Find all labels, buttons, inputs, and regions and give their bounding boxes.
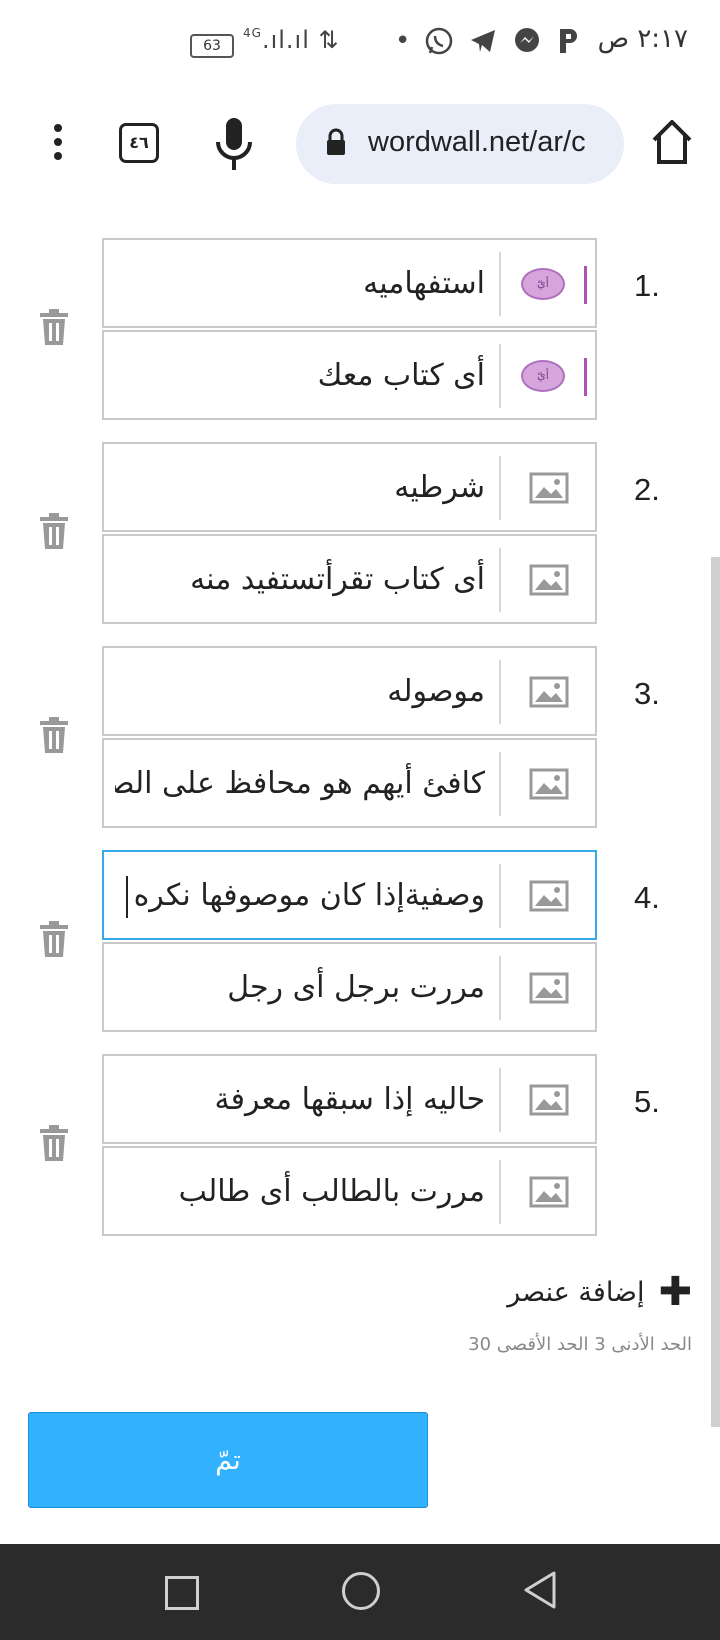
image-icon[interactable] xyxy=(529,972,569,1004)
text-badge-icon[interactable]: أيّ xyxy=(521,360,565,392)
microphone-icon[interactable] xyxy=(210,114,258,176)
image-icon[interactable] xyxy=(529,1084,569,1116)
home-icon[interactable] xyxy=(648,116,696,168)
more-options-icon[interactable] xyxy=(40,118,76,174)
accent-bar xyxy=(584,358,587,396)
image-icon[interactable] xyxy=(529,1176,569,1208)
answer-text[interactable]: أى كتاب تقرأتستفيد منه xyxy=(115,556,485,604)
add-item-button[interactable]: ✚ إضافة عنصر xyxy=(507,1264,692,1320)
plus-icon: ✚ xyxy=(658,1269,692,1315)
image-icon[interactable] xyxy=(529,676,569,708)
dot-icon: • xyxy=(395,26,411,56)
divider xyxy=(499,344,501,408)
divider xyxy=(499,1068,501,1132)
answer-text[interactable]: مررت بالطالب أى طالب xyxy=(115,1168,485,1216)
notification-icons: • xyxy=(395,26,580,56)
prompt-text[interactable]: موصوله xyxy=(115,668,485,716)
trash-icon[interactable] xyxy=(38,1124,70,1162)
answer-text[interactable]: أى كتاب معك xyxy=(115,352,485,400)
item-number: 2. xyxy=(634,472,660,507)
answer-text[interactable]: كافئ أيهم هو محافظ على الصلاه xyxy=(115,760,485,808)
status-bar: 63 4G.ıl.ıl ⇅ • ٢:١٧ ص xyxy=(0,0,720,92)
image-icon[interactable] xyxy=(529,880,569,912)
divider xyxy=(499,252,501,316)
item-limits: الحد الأدنى 3 الحد الأقصى 30 xyxy=(468,1334,692,1355)
trash-icon[interactable] xyxy=(38,716,70,754)
list-item: 5. حاليه إذا سبقها معرفة مررت بالطالب أى… xyxy=(0,1054,720,1240)
divider xyxy=(499,548,501,612)
status-time: ٢:١٧ ص xyxy=(597,24,688,54)
add-item-label: إضافة عنصر xyxy=(507,1276,645,1308)
prompt-field[interactable]: شرطيه xyxy=(102,442,597,532)
answer-text[interactable]: مررت برجل أى رجل xyxy=(115,964,485,1012)
list-item: 2. شرطيه أى كتاب تقرأتستفيد منه xyxy=(0,442,720,628)
battery-icon: 63 xyxy=(190,34,234,58)
list-item: 1. أيّ استفهاميه أيّ أى كتاب معك xyxy=(0,238,720,424)
browser-toolbar: ٤٦ wordwall.net/ar/c xyxy=(0,92,720,201)
prompt-text[interactable]: وصفيةإذا كان موصوفها نكره xyxy=(115,872,485,920)
messenger-icon xyxy=(515,28,540,52)
editor-content: 1. أيّ استفهاميه أيّ أى كتاب معك 2. شرطي… xyxy=(0,200,720,1544)
recents-icon[interactable] xyxy=(165,1576,199,1610)
item-number: 3. xyxy=(634,676,660,711)
answer-field[interactable]: كافئ أيهم هو محافظ على الصلاه xyxy=(102,738,597,828)
prompt-text[interactable]: شرطيه xyxy=(115,464,485,512)
answer-field[interactable]: مررت بالطالب أى طالب xyxy=(102,1146,597,1236)
prompt-text[interactable]: حاليه إذا سبقها معرفة xyxy=(115,1076,485,1124)
prompt-field[interactable]: موصوله xyxy=(102,646,597,736)
divider xyxy=(499,456,501,520)
network-type: 4G xyxy=(243,26,262,40)
p-app-icon xyxy=(560,29,578,53)
answer-field[interactable]: أى كتاب تقرأتستفيد منه xyxy=(102,534,597,624)
item-number: 5. xyxy=(634,1084,660,1119)
system-nav-bar xyxy=(0,1544,720,1640)
image-icon[interactable] xyxy=(529,768,569,800)
prompt-field[interactable]: أيّ استفهاميه xyxy=(102,238,597,328)
text-cursor xyxy=(126,876,128,918)
item-number: 1. xyxy=(634,268,660,303)
answer-field[interactable]: مررت برجل أى رجل xyxy=(102,942,597,1032)
signal-icon: 4G.ıl.ıl ⇅ xyxy=(243,26,340,54)
home-nav-icon[interactable] xyxy=(342,1572,380,1610)
trash-icon[interactable] xyxy=(38,512,70,550)
accent-bar xyxy=(584,266,587,304)
text-badge-icon[interactable]: أيّ xyxy=(521,268,565,300)
prompt-field-focused[interactable]: وصفيةإذا كان موصوفها نكره xyxy=(102,850,597,940)
back-icon[interactable] xyxy=(522,1570,558,1610)
done-button[interactable]: تمّ xyxy=(28,1412,428,1508)
list-item: 4. وصفيةإذا كان موصوفها نكره مررت برجل أ… xyxy=(0,850,720,1036)
divider xyxy=(499,752,501,816)
trash-icon[interactable] xyxy=(38,920,70,958)
address-bar[interactable]: wordwall.net/ar/c xyxy=(296,104,624,184)
prompt-field[interactable]: حاليه إذا سبقها معرفة xyxy=(102,1054,597,1144)
divider xyxy=(499,864,501,928)
item-number: 4. xyxy=(634,880,660,915)
tabs-count-button[interactable]: ٤٦ xyxy=(119,123,159,163)
telegram-icon xyxy=(471,30,496,52)
answer-field[interactable]: أيّ أى كتاب معك xyxy=(102,330,597,420)
list-item: 3. موصوله كافئ أيهم هو محافظ على الصلاه xyxy=(0,646,720,832)
prompt-text[interactable]: استفهاميه xyxy=(115,260,485,308)
divider xyxy=(499,660,501,724)
divider xyxy=(499,1160,501,1224)
whatsapp-icon xyxy=(426,27,453,55)
lock-icon xyxy=(327,128,345,155)
divider xyxy=(499,956,501,1020)
image-icon[interactable] xyxy=(529,472,569,504)
image-icon[interactable] xyxy=(529,564,569,596)
trash-icon[interactable] xyxy=(38,308,70,346)
url-text: wordwall.net/ar/c xyxy=(368,126,586,158)
